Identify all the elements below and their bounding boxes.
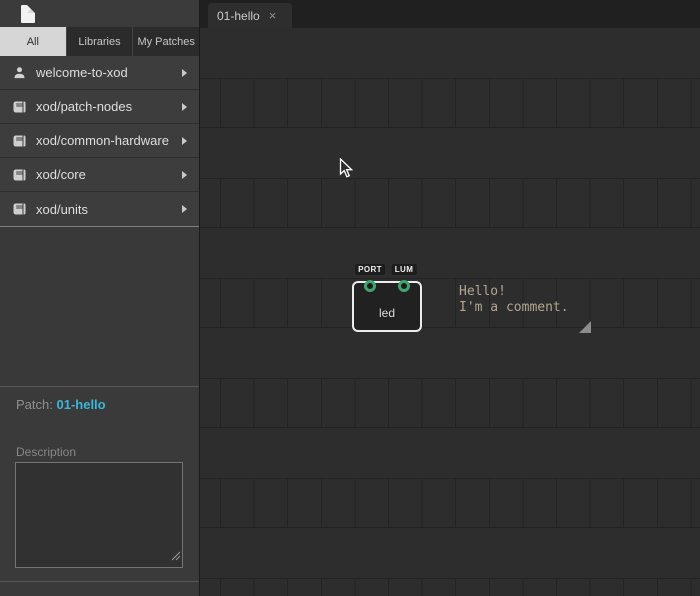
chevron-right-icon[interactable] [182, 137, 187, 145]
list-item-xod-common-hardware[interactable]: xod/common-hardware [0, 124, 199, 158]
description-input[interactable] [15, 462, 183, 568]
chevron-right-icon[interactable] [182, 205, 187, 213]
patch-tab-label: 01-hello [217, 9, 260, 23]
list-item-label: xod/core [36, 167, 86, 182]
list-item-label: xod/common-hardware [36, 133, 169, 148]
grid-band [200, 178, 700, 228]
description-label: Description [16, 445, 183, 459]
patch-name-link[interactable]: 01-hello [56, 397, 105, 412]
list-item-label: welcome-to-xod [36, 65, 128, 80]
patch-line: Patch: 01-hello [16, 397, 183, 412]
resize-handle-icon[interactable] [579, 321, 591, 333]
node-label: led [379, 306, 395, 320]
list-item-label: xod/units [36, 202, 88, 217]
comment-block[interactable]: Hello!I'm a comment. [451, 283, 591, 333]
project-browser-toolbar [0, 0, 199, 27]
browser-empty-area [0, 227, 199, 386]
description-field-wrap [15, 462, 183, 568]
grid-band [200, 378, 700, 428]
tab-all[interactable]: All [0, 27, 67, 56]
book-icon [12, 101, 26, 113]
chevron-right-icon[interactable] [182, 171, 187, 179]
list-item-xod-units[interactable]: xod/units [0, 192, 199, 226]
node-led[interactable]: PORT LUM led [352, 281, 422, 332]
project-browser: All Libraries My Patches welcome-to-xod … [0, 0, 200, 596]
patch-info-panel: Patch: 01-hello Description [0, 386, 199, 581]
patch-editor: 01-hello × PORT LUM led Hello!I'm a comm… [200, 0, 700, 596]
comment-text: Hello!I'm a comment. [451, 283, 591, 316]
pin-label-lum: LUM [392, 264, 417, 275]
grid-band [200, 478, 700, 528]
patch-label: Patch: [16, 397, 53, 412]
list-item-xod-core[interactable]: xod/core [0, 158, 199, 192]
xod-ide-window: All Libraries My Patches welcome-to-xod … [0, 0, 700, 596]
sidebar-footer [0, 581, 199, 596]
pin-lum[interactable] [398, 280, 410, 292]
tab-my-patches[interactable]: My Patches [133, 27, 199, 56]
pin-port[interactable] [364, 280, 376, 292]
user-icon [12, 66, 26, 79]
chevron-right-icon[interactable] [182, 69, 187, 77]
mouse-cursor-icon [339, 158, 353, 179]
resize-handle-icon[interactable] [171, 548, 181, 566]
book-icon [12, 169, 26, 181]
list-item-welcome-to-xod[interactable]: welcome-to-xod [0, 56, 199, 90]
pin-label-port: PORT [355, 264, 385, 275]
editor-tabbar: 01-hello × [200, 0, 700, 28]
list-item-label: xod/patch-nodes [36, 99, 132, 114]
patch-tab-01-hello[interactable]: 01-hello × [208, 3, 292, 28]
tab-libraries[interactable]: Libraries [67, 27, 134, 56]
document-icon[interactable] [21, 5, 35, 23]
browser-filter-tabs: All Libraries My Patches [0, 27, 199, 56]
grid-band [200, 78, 700, 128]
grid-band [200, 578, 700, 596]
chevron-right-icon[interactable] [182, 103, 187, 111]
list-item-xod-patch-nodes[interactable]: xod/patch-nodes [0, 90, 199, 124]
patch-canvas[interactable]: PORT LUM led Hello!I'm a comment. [200, 28, 700, 596]
book-icon [12, 203, 26, 215]
book-icon [12, 135, 26, 147]
library-list: welcome-to-xod xod/patch-nodes xod/commo… [0, 56, 199, 227]
grid-band [200, 278, 700, 328]
close-tab-icon[interactable]: × [269, 9, 277, 22]
